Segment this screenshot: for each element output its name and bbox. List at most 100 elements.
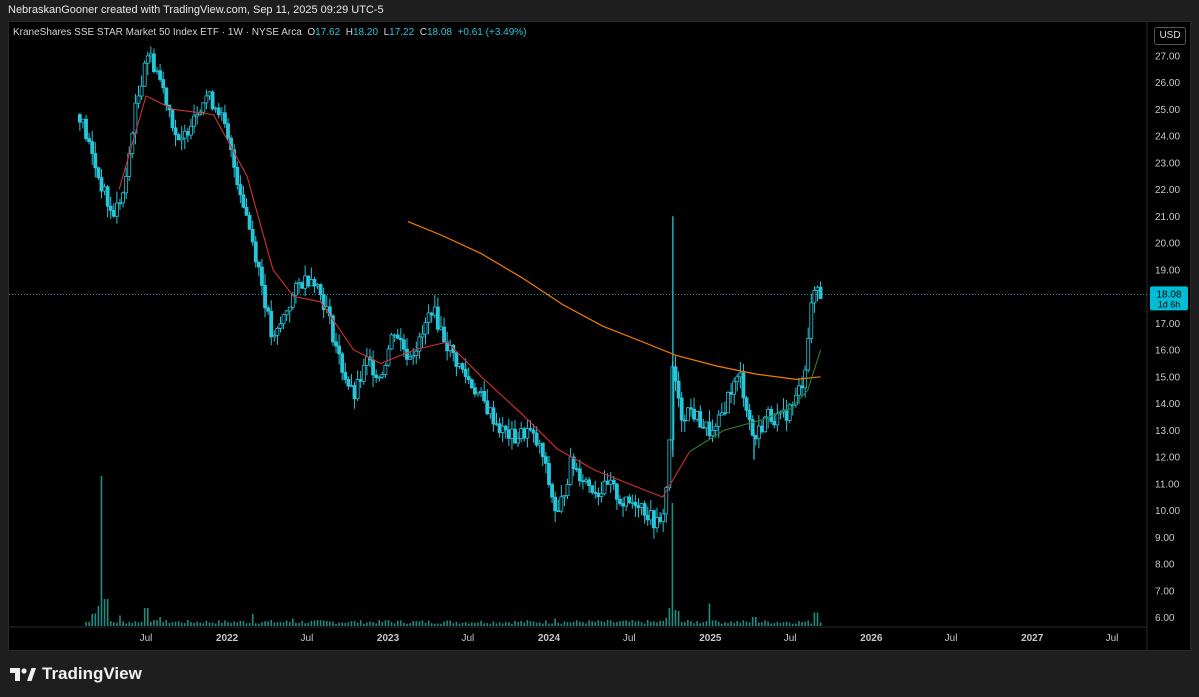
- candle-body: [303, 275, 308, 289]
- candle-body: [611, 479, 616, 485]
- candle-body: [115, 202, 119, 217]
- candle-body: [226, 123, 230, 139]
- volume-bar: [162, 622, 164, 626]
- volume-bar: [128, 621, 131, 626]
- volume-bar: [242, 621, 245, 626]
- volume-bar: [560, 623, 563, 626]
- volume-bar: [94, 613, 97, 626]
- candle-body: [84, 118, 88, 140]
- candle-body: [482, 390, 487, 402]
- volume-bar: [159, 617, 161, 626]
- volume-bar: [214, 623, 217, 626]
- volume-bar: [776, 621, 779, 626]
- volume-bar: [403, 622, 405, 626]
- candle-body: [432, 306, 437, 316]
- volume-bar: [304, 623, 306, 626]
- volume-bar: [353, 620, 356, 626]
- candle-body: [738, 372, 743, 378]
- tradingview-logo[interactable]: TradingView: [10, 662, 142, 686]
- volume-bar: [400, 620, 402, 626]
- y-tick-label: 12.00: [1155, 453, 1180, 464]
- volume-bar: [396, 620, 399, 626]
- volume-bar: [748, 622, 751, 626]
- volume-bar: [427, 620, 430, 626]
- volume-bar: [217, 620, 220, 626]
- volume-bar: [754, 617, 757, 626]
- candle-body: [491, 407, 496, 425]
- volume-bar: [600, 621, 603, 626]
- volume-bar: [338, 622, 340, 626]
- low-value: 17.22: [389, 27, 415, 38]
- volume-bar: [603, 622, 606, 626]
- candle-body: [519, 428, 524, 440]
- volume-bar: [412, 621, 414, 626]
- volume-bar: [329, 621, 331, 626]
- y-tick-label: 7.00: [1155, 586, 1175, 597]
- candle-body: [266, 307, 271, 312]
- volume-bar: [474, 622, 476, 626]
- volume-bar: [662, 620, 664, 626]
- candle-body: [815, 286, 820, 291]
- candle-body: [152, 53, 156, 73]
- candle-body: [395, 334, 400, 339]
- y-tick-label: 20.00: [1155, 239, 1180, 250]
- candle-body: [139, 85, 144, 97]
- candle-body: [272, 334, 277, 338]
- y-tick-label: 21.00: [1155, 212, 1180, 223]
- volume-bar: [245, 623, 248, 626]
- candle-body: [207, 91, 212, 97]
- change-value: +0.61 (+3.49%): [457, 27, 527, 38]
- volume-bar: [322, 620, 325, 626]
- volume-bar: [122, 621, 124, 626]
- candle-body: [818, 286, 823, 299]
- volume-bar: [665, 617, 668, 626]
- candle-body: [775, 412, 780, 426]
- candle-body: [547, 463, 551, 485]
- x-tick-label: Jul: [140, 633, 153, 644]
- candle-body: [574, 468, 579, 470]
- volume-bar: [205, 620, 208, 626]
- volume-bar: [486, 623, 489, 626]
- y-tick-label: 17.00: [1155, 319, 1180, 330]
- volume-bar: [816, 612, 819, 626]
- volume-bar: [116, 622, 118, 626]
- candle-body: [747, 409, 752, 421]
- volume-bar: [153, 620, 155, 626]
- candle-body: [658, 517, 662, 522]
- ema-slow-line: [407, 221, 821, 381]
- candle-body: [797, 385, 801, 396]
- candle-body: [439, 326, 443, 330]
- volume-bar: [566, 622, 569, 626]
- volume-bar: [146, 608, 149, 626]
- currency-button[interactable]: USD: [1154, 27, 1186, 45]
- volume-bar: [572, 621, 575, 626]
- candle-body: [256, 261, 261, 268]
- candle-body: [602, 480, 607, 495]
- candle-body: [250, 228, 255, 243]
- volume-bar: [668, 608, 671, 626]
- volume-bar: [721, 623, 723, 626]
- volume-bar: [514, 620, 516, 626]
- candle-body: [704, 421, 709, 429]
- candle-body: [473, 387, 477, 395]
- candle-body: [195, 113, 200, 117]
- volume-bar: [202, 623, 205, 626]
- volume-bar: [739, 622, 742, 626]
- high-label: H: [345, 27, 353, 38]
- volume-bar: [325, 620, 328, 626]
- volume-bar: [619, 621, 621, 626]
- candle-body: [648, 510, 653, 521]
- price-chart[interactable]: 6.00 7.00 8.00 9.00 10.00 11.00 12.00 13.00 14.0…: [0, 0, 1199, 697]
- high-value: 18.20: [352, 27, 379, 38]
- volume-bar: [609, 620, 612, 626]
- x-tick-label: Jul: [945, 633, 958, 644]
- volume-bar: [548, 623, 550, 626]
- candle-body: [118, 202, 122, 205]
- candle-body: [263, 284, 267, 309]
- volume-bar: [458, 623, 461, 626]
- volume-bar: [381, 622, 384, 626]
- ema-fast-line: [118, 95, 691, 498]
- volume-bar: [733, 622, 735, 626]
- volume-bar: [406, 623, 408, 626]
- volume-bar: [551, 623, 553, 626]
